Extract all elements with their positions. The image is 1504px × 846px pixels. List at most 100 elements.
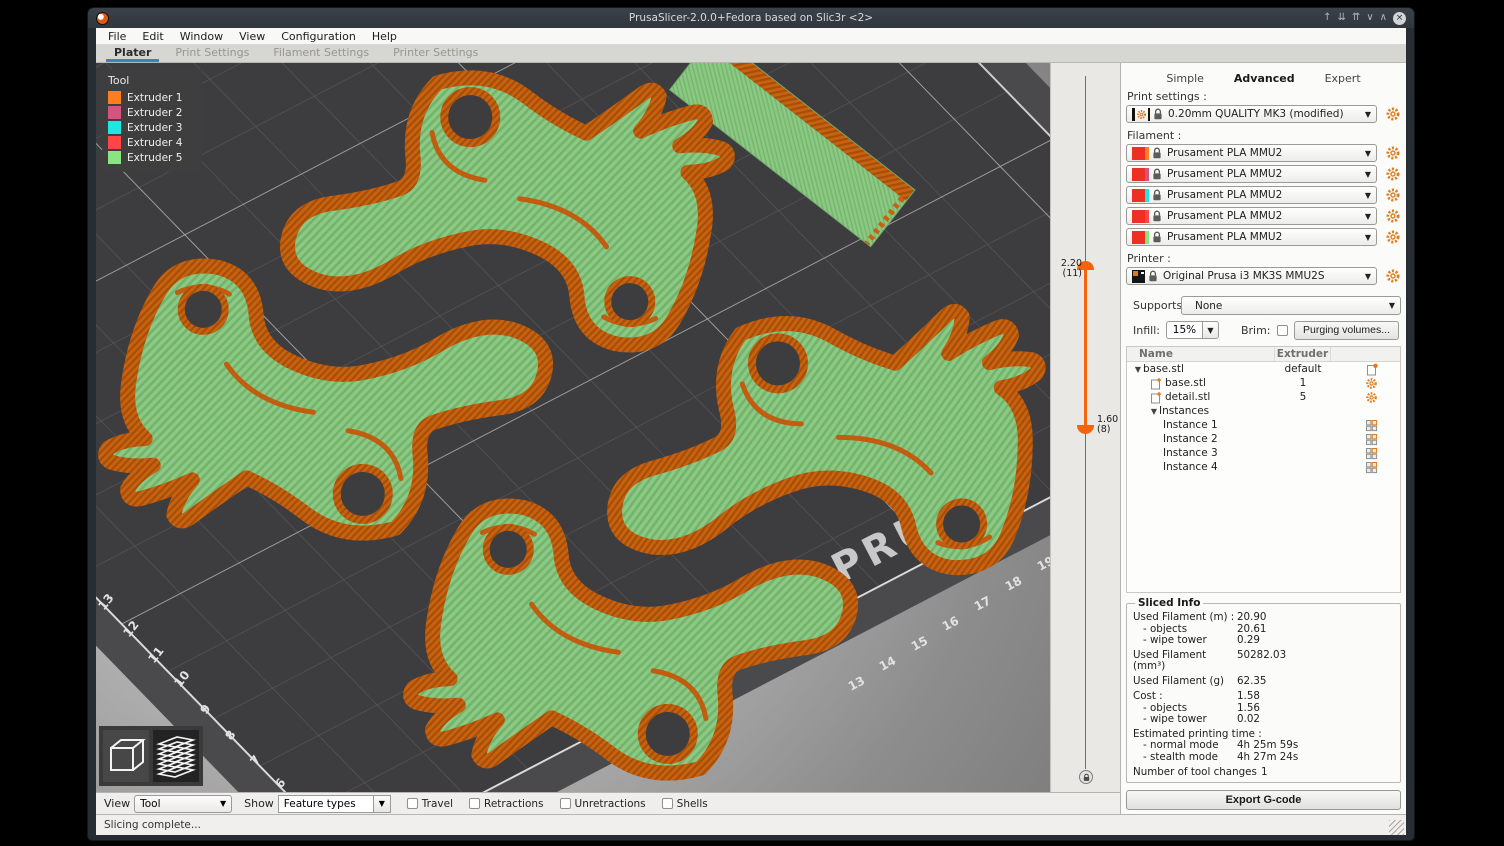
instance-row-3[interactable]: Instance 3 — [1127, 446, 1400, 460]
chevron-down-icon[interactable]: ▼ — [1202, 321, 1219, 339]
window-maximize-icon[interactable]: ∧ — [1380, 13, 1387, 23]
filament-3-gear-button[interactable] — [1385, 187, 1401, 203]
3d-editor-view-button[interactable] — [103, 730, 149, 782]
gear-icon — [1385, 208, 1401, 224]
travel-checkbox-row[interactable]: Travel — [407, 798, 453, 810]
app-logo-icon — [96, 12, 109, 25]
mode-simple[interactable]: Simple — [1166, 72, 1204, 87]
instance-grid-icon[interactable] — [1365, 447, 1378, 460]
part-icon — [1149, 391, 1162, 404]
chevron-down-icon: ▼ — [1361, 110, 1371, 119]
mode-expert[interactable]: Expert — [1325, 72, 1361, 87]
filament-4-select[interactable]: Prusament PLA MMU2 ▼ — [1126, 207, 1377, 225]
window-close-button[interactable]: × — [1393, 12, 1406, 25]
printer-select[interactable]: Original Prusa i3 MK3S MMU2S ▼ — [1126, 267, 1377, 285]
retractions-checkbox-row[interactable]: Retractions — [469, 798, 544, 810]
instance-grid-icon[interactable] — [1365, 433, 1378, 446]
gear-icon — [1385, 106, 1401, 122]
window-pin-icon[interactable]: ↑ — [1323, 13, 1331, 23]
menu-configuration[interactable]: Configuration — [273, 30, 364, 43]
bed-bottom-number: 14 — [877, 653, 898, 673]
status-bar: Slicing complete... — [96, 814, 1406, 835]
instance-grid-icon[interactable] — [1365, 461, 1378, 474]
purging-volumes-button[interactable]: Purging volumes... — [1294, 321, 1399, 340]
show-select-arrow-button[interactable]: ▼ — [374, 795, 391, 813]
object-row-base[interactable]: ▼ base.stl default — [1127, 362, 1400, 376]
volume-row-base[interactable]: base.stl 1 — [1127, 376, 1400, 390]
infill-select[interactable]: 15% ▼ — [1166, 321, 1219, 339]
menu-help[interactable]: Help — [364, 30, 405, 43]
volume-row-detail[interactable]: detail.stl 5 — [1127, 390, 1400, 404]
shells-checkbox[interactable] — [662, 798, 673, 809]
instance-row-1[interactable]: Instance 1 — [1127, 418, 1400, 432]
window-unshade-icon[interactable]: ⇈ — [1352, 13, 1360, 23]
chevron-down-icon: ▼ — [1361, 170, 1371, 179]
tab-filament-settings[interactable]: Filament Settings — [261, 44, 381, 62]
unretractions-checkbox-row[interactable]: Unretractions — [560, 798, 646, 810]
filament-2-gear-button[interactable] — [1385, 166, 1401, 182]
filament-label: Filament : — [1127, 129, 1401, 142]
window-shade-icon[interactable]: ⇊ — [1338, 13, 1346, 23]
lock-icon — [1152, 147, 1162, 160]
filament-5-select[interactable]: Prusament PLA MMU2 ▼ — [1126, 228, 1377, 246]
show-select[interactable]: Feature types — [278, 795, 374, 813]
filament-4-gear-button[interactable] — [1385, 208, 1401, 224]
shells-checkbox-row[interactable]: Shells — [662, 798, 708, 810]
instances-group-row[interactable]: ▼ Instances — [1127, 404, 1400, 418]
filament-2-select[interactable]: Prusament PLA MMU2 ▼ — [1126, 165, 1377, 183]
scene-canvas: ORIGINAL PRUSA 13 12 11 10 9 8 7 6 13 14… — [96, 63, 1050, 792]
export-gcode-button[interactable]: Export G-code — [1126, 790, 1401, 810]
filament-5-gear-button[interactable] — [1385, 229, 1401, 245]
instance-grid-icon[interactable] — [1365, 419, 1378, 432]
printer-gear-button[interactable] — [1385, 268, 1401, 284]
unretractions-checkbox[interactable] — [560, 798, 571, 809]
print-settings-select[interactable]: 0.20mm QUALITY MK3 (modified) ▼ — [1126, 105, 1377, 123]
layer-slider-lower-handle[interactable] — [1077, 425, 1094, 434]
supports-select[interactable]: None ▼ — [1181, 296, 1401, 315]
lock-icon — [1152, 168, 1162, 181]
legend-item: Extruder 1 — [108, 91, 196, 104]
layer-slider-range[interactable] — [1084, 269, 1087, 425]
extruder-4-swatch — [108, 136, 121, 149]
filament-1-gear-button[interactable] — [1385, 145, 1401, 161]
lock-icon — [1152, 231, 1162, 244]
brim-checkbox[interactable] — [1277, 325, 1288, 336]
menu-file[interactable]: File — [100, 30, 134, 43]
menu-view[interactable]: View — [231, 30, 273, 43]
view-select[interactable]: Tool ▼ — [134, 795, 232, 813]
collapse-caret-icon[interactable]: ▼ — [1133, 365, 1143, 374]
resize-grip[interactable] — [1389, 820, 1404, 835]
tab-plater[interactable]: Plater — [102, 44, 163, 62]
legend-item: Extruder 2 — [108, 106, 196, 119]
menu-edit[interactable]: Edit — [134, 30, 171, 43]
column-extruder[interactable]: Extruder — [1275, 347, 1331, 361]
object-settings-icon[interactable] — [1365, 363, 1378, 376]
preview-layers-button[interactable] — [153, 730, 199, 782]
title-bar[interactable]: PrusaSlicer-2.0.0+Fedora based on Slic3r… — [88, 8, 1414, 28]
tab-printer-settings[interactable]: Printer Settings — [381, 44, 490, 62]
3d-viewport[interactable]: ORIGINAL PRUSA 13 12 11 10 9 8 7 6 13 14… — [96, 63, 1050, 792]
layer-slider-track-upper[interactable] — [1085, 76, 1086, 269]
tab-print-settings[interactable]: Print Settings — [163, 44, 261, 62]
filament-3-select[interactable]: Prusament PLA MMU2 ▼ — [1126, 186, 1377, 204]
window-minimize-icon[interactable]: ∨ — [1366, 13, 1373, 23]
filament-1-select[interactable]: Prusament PLA MMU2 ▼ — [1126, 144, 1377, 162]
filament-3-swatch — [1132, 189, 1162, 202]
column-name[interactable]: Name — [1127, 347, 1275, 361]
instance-row-4[interactable]: Instance 4 — [1127, 460, 1400, 474]
travel-checkbox[interactable] — [407, 798, 418, 809]
chevron-down-icon: ▼ — [1385, 301, 1395, 310]
instance-row-2[interactable]: Instance 2 — [1127, 432, 1400, 446]
mode-advanced[interactable]: Advanced — [1234, 72, 1295, 87]
gear-icon — [1385, 166, 1401, 182]
menu-bar: File Edit Window View Configuration Help — [96, 28, 1406, 45]
retractions-checkbox[interactable] — [469, 798, 480, 809]
layer-slider-track-lower[interactable] — [1085, 425, 1086, 769]
gear-icon[interactable] — [1365, 377, 1378, 390]
print-settings-gear-button[interactable] — [1385, 106, 1401, 122]
gear-icon[interactable] — [1365, 391, 1378, 404]
menu-window[interactable]: Window — [172, 30, 231, 43]
collapse-caret-icon[interactable]: ▼ — [1149, 407, 1159, 416]
lock-icon — [1153, 108, 1163, 121]
one-layer-mode-button[interactable] — [1079, 770, 1093, 784]
